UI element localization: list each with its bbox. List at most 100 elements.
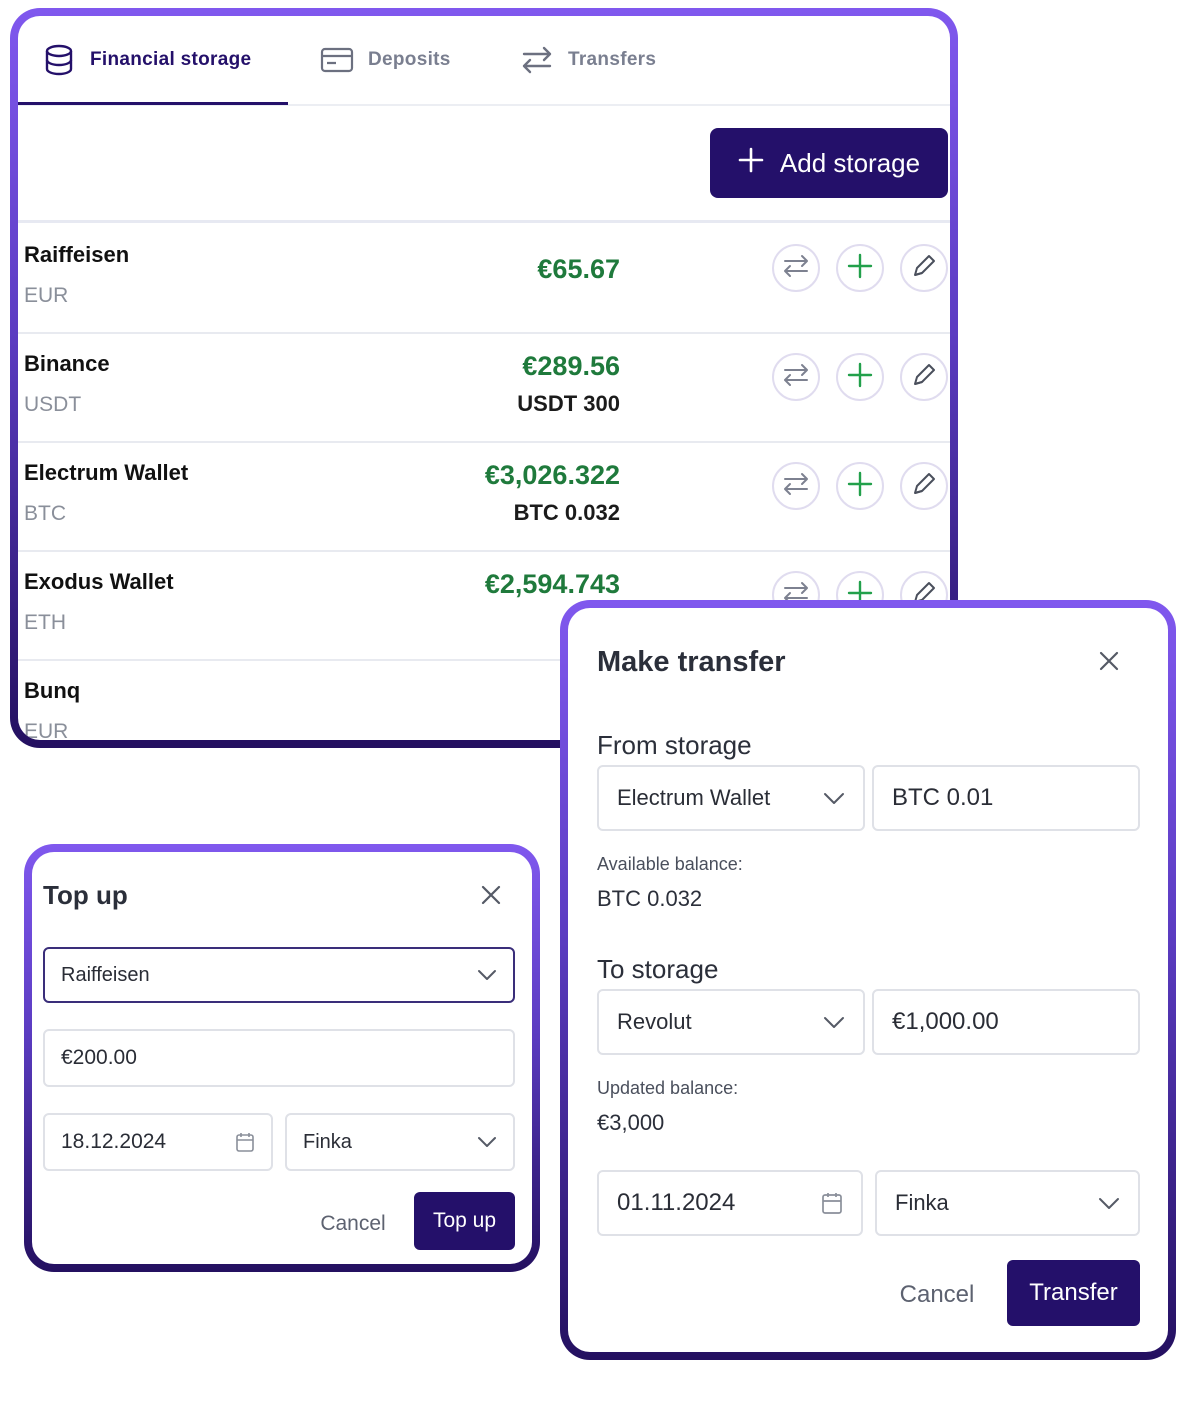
input-value: 18.12.2024 [61,1130,167,1153]
plus-icon [847,362,873,393]
storage-native-value: BTC 0.032 [513,500,620,525]
swap-arrows-icon [782,472,810,501]
transfer-modal-frame: Make transfer From storage Electrum Wall… [560,600,1176,1360]
input-value: €1,000.00 [892,1008,999,1035]
close-icon[interactable] [1098,650,1120,677]
swap-arrows-icon [782,363,810,392]
pencil-icon [911,362,937,393]
storage-name: Exodus Wallet [24,569,174,594]
row-actions [772,353,948,401]
storage-row: Electrum Wallet BTC €3,026.322 BTC 0.032 [18,442,950,552]
available-balance-label: Available balance: [597,854,743,874]
tab-label: Deposits [368,49,451,70]
to-amount-input[interactable]: €1,000.00 [872,989,1140,1055]
cancel-button[interactable]: Cancel [886,1270,988,1320]
from-storage-label: From storage [597,730,752,760]
active-tab-indicator [18,102,288,105]
storage-row: Binance USDT €289.56 USDT 300 [18,333,950,443]
storage-currency: BTC [24,502,66,525]
to-storage-select[interactable]: Revolut [597,989,865,1055]
date-input[interactable]: 18.12.2024 [43,1113,273,1171]
storage-eur-value: €3,026.322 [484,460,620,490]
storage-currency: EUR [24,284,69,307]
topup-button[interactable] [836,353,884,401]
calendar-icon [235,1131,255,1153]
tab-label: Financial storage [90,49,252,70]
topup-modal-frame: Top up Raiffeisen €200.00 18.12.2024 Fin… [24,844,540,1272]
transfer-arrows-icon [520,43,554,77]
input-value: €200.00 [61,1046,137,1069]
tab-transfers[interactable]: Transfers [520,16,656,104]
input-value: BTC 0.01 [892,784,994,811]
storage-native-value: USDT 300 [517,391,620,416]
transfer-button[interactable] [772,353,820,401]
updated-balance-label: Updated balance: [597,1078,739,1098]
cancel-button[interactable]: Cancel [308,1199,398,1249]
transfer-button[interactable] [772,244,820,292]
tab-deposits[interactable]: Deposits [320,16,451,104]
storage-name: Raiffeisen [24,242,130,267]
chevron-down-icon [477,969,497,981]
storage-name: Electrum Wallet [24,460,189,485]
storage-eur-value: €65.67 [537,254,620,284]
chevron-down-icon [1098,1197,1120,1210]
add-storage-label: Add storage [779,147,921,178]
plus-icon [847,471,873,502]
tab-label: Transfers [568,49,657,70]
transfer-modal: Make transfer From storage Electrum Wall… [568,608,1168,1352]
plus-icon [847,253,873,284]
storage-row: Raiffeisen EUR €65.67 [18,224,950,334]
topup-button[interactable] [836,244,884,292]
storage-currency: EUR [24,720,69,740]
pencil-icon [911,471,937,502]
card-icon [320,43,354,77]
topup-button[interactable] [836,462,884,510]
edit-button[interactable] [900,462,948,510]
edit-button[interactable] [900,353,948,401]
select-value: Finka [303,1130,352,1153]
chevron-down-icon [477,1136,497,1148]
from-storage-select[interactable]: Electrum Wallet [597,765,865,831]
storage-select[interactable]: Raiffeisen [43,947,515,1003]
transfer-button[interactable]: Transfer [1007,1260,1140,1326]
from-amount-input[interactable]: BTC 0.01 [872,765,1140,831]
storage-currency: ETH [24,611,66,634]
edit-button[interactable] [900,244,948,292]
pencil-icon [911,253,937,284]
chevron-down-icon [823,1016,845,1029]
category-select[interactable]: Finka [285,1113,515,1171]
row-actions [772,462,948,510]
database-icon [42,43,76,77]
select-value: Electrum Wallet [617,785,771,810]
amount-input[interactable]: €200.00 [43,1029,515,1087]
select-value: Raiffeisen [61,963,150,986]
row-actions [772,244,948,292]
topup-button[interactable]: Top up [414,1192,515,1250]
select-value: Revolut [617,1009,692,1034]
storage-eur-value: €289.56 [522,351,620,381]
list-divider [18,220,950,223]
add-storage-button[interactable]: Add storage [710,128,948,198]
modal-title: Make transfer [597,646,786,678]
chevron-down-icon [823,792,845,805]
plus-icon [738,147,764,180]
storage-name: Binance [24,351,110,376]
available-balance-value: BTC 0.032 [597,886,703,911]
calendar-icon [821,1191,843,1215]
select-value: Finka [895,1190,949,1215]
storage-currency: USDT [24,393,82,416]
to-storage-label: To storage [597,954,719,984]
tab-financial-storage[interactable]: Financial storage [42,16,251,104]
storage-name: Bunq [24,678,81,703]
tab-bar: Financial storage Deposits Transfers [18,16,950,106]
close-icon[interactable] [480,884,502,911]
category-select[interactable]: Finka [875,1170,1140,1236]
modal-title: Top up [43,880,128,910]
date-input[interactable]: 01.11.2024 [597,1170,863,1236]
storage-eur-value: €2,594.743 [484,569,620,599]
input-value: 01.11.2024 [617,1189,736,1216]
swap-arrows-icon [782,254,810,283]
transfer-button[interactable] [772,462,820,510]
topup-modal: Top up Raiffeisen €200.00 18.12.2024 Fin… [32,852,532,1264]
updated-balance-value: €3,000 [597,1110,665,1135]
